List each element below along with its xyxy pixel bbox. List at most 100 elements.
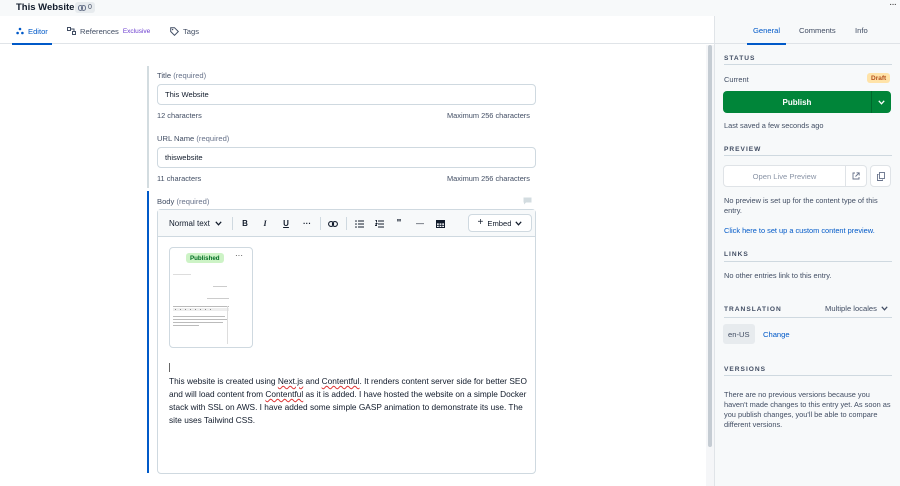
references-icon	[67, 27, 76, 35]
links-text: No other entries link to this entry.	[724, 271, 832, 280]
link-button[interactable]	[327, 216, 339, 231]
comment-icon[interactable]	[523, 197, 532, 205]
tab-tags[interactable]: Tags	[170, 18, 199, 44]
editor-toolbar: Normal text B I U ··· " — + Embed	[158, 210, 535, 237]
embedded-image-thumbnail	[171, 266, 251, 346]
open-external-button[interactable]	[846, 165, 867, 187]
sidebar-tabs: General Comments Info	[715, 16, 900, 45]
versions-heading: VERSIONS	[724, 366, 767, 373]
divider	[724, 155, 892, 156]
link-icon	[78, 4, 86, 11]
underline-button[interactable]: U	[280, 216, 292, 231]
body-text-segment: and	[303, 376, 322, 386]
locale-selector[interactable]: Multiple locales	[825, 304, 888, 313]
bold-button[interactable]: B	[239, 216, 251, 231]
numbered-list-icon	[374, 219, 384, 227]
copy-icon	[876, 171, 885, 181]
publish-label: Publish	[782, 97, 812, 107]
embed-label: Embed	[487, 218, 512, 228]
status-heading: STATUS	[724, 55, 756, 62]
url-name-required: (required)	[196, 134, 230, 143]
divider	[724, 64, 892, 65]
locale-selector-value: Multiple locales	[825, 304, 877, 313]
divider	[724, 261, 892, 262]
spellcheck-word: Contentful	[321, 376, 360, 386]
bulleted-list-icon	[354, 219, 364, 228]
chevron-down-icon	[878, 99, 885, 105]
embed-button[interactable]: + Embed	[468, 214, 532, 232]
publish-options-button[interactable]	[872, 91, 891, 113]
link-count: 0	[88, 4, 92, 11]
url-name-char-count: 11 characters	[157, 174, 202, 183]
publish-button[interactable]: Publish	[723, 91, 891, 113]
url-name-label-text: URL Name	[157, 134, 195, 143]
tab-general[interactable]: General	[746, 16, 787, 45]
published-badge: Published	[186, 253, 224, 263]
table-button[interactable]	[434, 216, 446, 231]
body-label: Body (required)	[157, 197, 209, 206]
translation-heading: TRANSLATION	[724, 306, 782, 313]
main-scrollbar[interactable]	[706, 45, 714, 486]
title-input[interactable]: This Website	[157, 84, 536, 105]
tab-tags-label: Tags	[183, 26, 200, 36]
title-max-chars: Maximum 256 characters	[447, 111, 530, 120]
italic-button[interactable]: I	[259, 216, 271, 231]
link-count-badge: 0	[75, 2, 95, 13]
tag-icon	[170, 26, 179, 36]
rich-text-editor[interactable]: Normal text B I U ··· " — + Embed Publis…	[157, 209, 536, 474]
entry-title: This Website	[16, 2, 75, 13]
more-options-icon[interactable]: ···	[889, 0, 897, 10]
last-saved-text: Last saved a few seconds ago	[724, 121, 824, 130]
open-live-preview-button[interactable]: Open Live Preview	[723, 165, 846, 187]
title-required: (required)	[173, 71, 207, 80]
body-required: (required)	[176, 197, 210, 206]
title-value: This Website	[165, 90, 209, 99]
change-locale-link[interactable]: Change	[763, 330, 790, 339]
scrollbar-thumb[interactable]	[708, 45, 712, 447]
title-label-text: Title	[157, 71, 172, 80]
bulleted-list-button[interactable]	[353, 216, 365, 231]
tab-info[interactable]: Info	[855, 16, 868, 44]
url-name-max-chars: Maximum 256 characters	[447, 174, 530, 183]
editor-icon	[16, 27, 24, 35]
text-format-value: Normal text	[169, 219, 210, 228]
external-link-icon	[852, 172, 860, 180]
body-text-segment: This website is created using	[169, 376, 278, 386]
chevron-down-icon	[515, 220, 523, 226]
more-formatting-button[interactable]: ···	[300, 216, 314, 231]
body-label-text: Body	[157, 197, 175, 206]
field-indicator-fields	[147, 66, 149, 188]
chevron-down-icon	[881, 306, 888, 311]
entry-tabs: Editor References Exclusive Tags	[0, 18, 714, 45]
top-bar: This Website 0 ···	[0, 0, 900, 16]
table-icon	[435, 219, 445, 228]
copy-button[interactable]	[870, 165, 891, 187]
status-badge: Draft	[867, 73, 891, 83]
tab-comments[interactable]: Comments	[799, 16, 836, 44]
body-paragraph[interactable]: This website is created using Next.js an…	[169, 375, 529, 427]
numbered-list-button[interactable]	[373, 216, 385, 231]
embedded-entry-card[interactable]: Published ···	[169, 247, 253, 348]
title-char-count: 12 characters	[157, 111, 202, 120]
divider	[724, 317, 892, 318]
card-more-button[interactable]: ···	[235, 251, 243, 260]
horizontal-rule-button[interactable]: —	[414, 216, 426, 231]
text-format-dropdown[interactable]: Normal text	[169, 216, 222, 231]
tab-editor[interactable]: Editor	[12, 18, 52, 45]
tab-references-label: References	[80, 26, 119, 36]
toolbar-divider	[232, 217, 233, 230]
preview-note: No preview is set up for the content typ…	[724, 196, 878, 215]
spellcheck-word: Next.js	[277, 376, 304, 386]
toolbar-divider	[346, 217, 347, 230]
tab-references[interactable]: References Exclusive	[67, 18, 150, 44]
quote-button[interactable]: "	[393, 216, 405, 231]
link-icon	[328, 220, 338, 227]
field-indicator-body	[147, 191, 149, 473]
chevron-down-icon	[215, 221, 222, 226]
toolbar-divider	[320, 217, 321, 230]
exclusive-badge: Exclusive	[122, 27, 151, 35]
setup-preview-link[interactable]: Click here to set up a custom content pr…	[724, 226, 892, 236]
versions-text: There are no previous versions because y…	[724, 390, 891, 429]
tab-editor-label: Editor	[28, 26, 48, 36]
url-name-input[interactable]: thiswebsite	[157, 147, 536, 168]
